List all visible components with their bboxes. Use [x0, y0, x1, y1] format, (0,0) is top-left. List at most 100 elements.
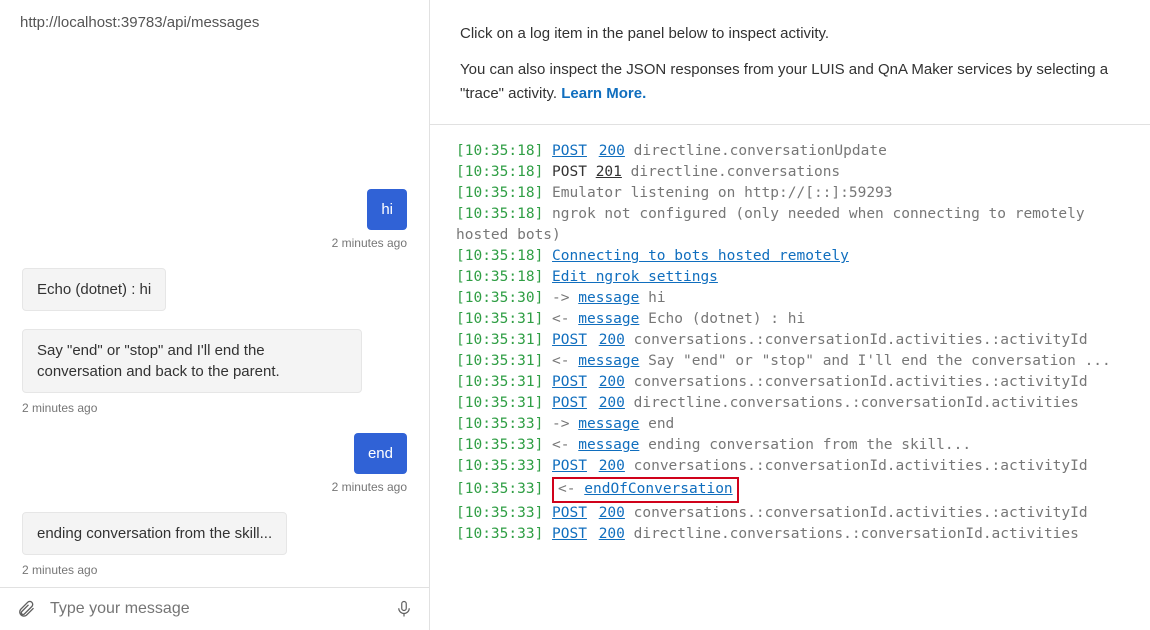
log-tail: conversations.:conversationId.activities…	[634, 458, 1088, 474]
log-line[interactable]: [10:35:18] POST 201 directline.conversat…	[456, 162, 1124, 183]
arrow-in-icon: <-	[552, 437, 578, 453]
log-timestamp: [10:35:18]	[456, 206, 543, 222]
log-line[interactable]: [10:35:31] <- message Echo (dotnet) : hi	[456, 309, 1124, 330]
log-panel[interactable]: [10:35:18] POST 200 directline.conversat…	[430, 125, 1150, 630]
log-line[interactable]: [10:35:31] <- message Say "end" or "stop…	[456, 351, 1124, 372]
http-verb: POST	[552, 164, 587, 180]
mic-icon[interactable]	[395, 598, 413, 620]
log-timestamp: [10:35:18]	[456, 164, 543, 180]
http-verb[interactable]: POST	[552, 374, 587, 390]
attach-icon[interactable]	[16, 598, 36, 620]
arrow-out-icon: ->	[552, 290, 578, 306]
log-line[interactable]: [10:35:18] ngrok not configured (only ne…	[456, 204, 1124, 246]
log-line[interactable]: [10:35:31] POST 200 conversations.:conve…	[456, 330, 1124, 351]
log-tail: end	[648, 416, 674, 432]
log-tail: ending conversation from the skill...	[648, 437, 971, 453]
header-line-1: Click on a log item in the panel below t…	[460, 22, 1120, 46]
arrow-in-icon: <-	[552, 311, 578, 327]
message-bubble[interactable]: Say "end" or "stop" and I'll end the con…	[22, 329, 362, 393]
arrow-in-icon: <-	[558, 481, 584, 497]
log-tail: hi	[648, 290, 665, 306]
bot-message-row[interactable]: Echo (dotnet) : hi	[22, 268, 407, 311]
log-timestamp: [10:35:33]	[456, 416, 543, 432]
http-verb[interactable]: POST	[552, 332, 587, 348]
message-bubble[interactable]: Echo (dotnet) : hi	[22, 268, 166, 311]
http-status[interactable]: 200	[599, 395, 625, 411]
http-status[interactable]: 200	[599, 332, 625, 348]
http-verb[interactable]: POST	[552, 395, 587, 411]
log-timestamp: [10:35:33]	[456, 458, 543, 474]
inspector-header: Click on a log item in the panel below t…	[430, 0, 1150, 125]
log-line[interactable]: [10:35:30] -> message hi	[456, 288, 1124, 309]
log-tail: directline.conversations.:conversationId…	[634, 395, 1079, 411]
log-line[interactable]: [10:35:33] POST 200 conversations.:conve…	[456, 456, 1124, 477]
message-input[interactable]	[50, 600, 381, 618]
message-bubble[interactable]: hi	[367, 189, 407, 230]
http-status[interactable]: 200	[599, 505, 625, 521]
activity-kind-link[interactable]: message	[578, 437, 639, 453]
activity-kind-link[interactable]: message	[578, 353, 639, 369]
chat-transcript[interactable]: hi2 minutes agoEcho (dotnet) : hiSay "en…	[0, 43, 429, 587]
bot-message-row[interactable]: ending conversation from the skill...2 m…	[22, 512, 407, 577]
log-timestamp: [10:35:31]	[456, 395, 543, 411]
activity-kind-link[interactable]: message	[578, 311, 639, 327]
highlighted-log-entry[interactable]: <- endOfConversation	[552, 477, 739, 503]
log-line[interactable]: [10:35:33] POST 200 directline.conversat…	[456, 524, 1124, 545]
log-timestamp: [10:35:33]	[456, 505, 543, 521]
app-root: http://localhost:39783/api/messages hi2 …	[0, 0, 1150, 630]
http-verb[interactable]: POST	[552, 526, 587, 542]
http-verb[interactable]: POST	[552, 143, 587, 159]
log-tail: conversations.:conversationId.activities…	[634, 505, 1088, 521]
log-text: Emulator listening on http://[::]:59293	[552, 185, 892, 201]
http-status[interactable]: 200	[599, 458, 625, 474]
message-timestamp: 2 minutes ago	[22, 401, 97, 415]
log-line[interactable]: [10:35:18] Connecting to bots hosted rem…	[456, 246, 1124, 267]
log-tail: Echo (dotnet) : hi	[648, 311, 805, 327]
http-status[interactable]: 200	[599, 374, 625, 390]
http-status[interactable]: 200	[599, 143, 625, 159]
http-status[interactable]: 200	[599, 526, 625, 542]
log-line[interactable]: [10:35:31] POST 200 directline.conversat…	[456, 393, 1124, 414]
log-timestamp: [10:35:18]	[456, 248, 543, 264]
log-tail: directline.conversations	[631, 164, 841, 180]
log-line[interactable]: [10:35:33] <- message ending conversatio…	[456, 435, 1124, 456]
log-timestamp: [10:35:33]	[456, 481, 543, 497]
learn-more-link[interactable]: Learn More.	[561, 85, 646, 102]
http-verb[interactable]: POST	[552, 505, 587, 521]
user-message-row[interactable]: hi2 minutes ago	[22, 189, 407, 250]
log-line[interactable]: [10:35:18] POST 200 directline.conversat…	[456, 141, 1124, 162]
log-line[interactable]: [10:35:33] POST 200 conversations.:conve…	[456, 503, 1124, 524]
activity-kind-link[interactable]: endOfConversation	[584, 481, 732, 497]
activity-kind-link[interactable]: message	[578, 290, 639, 306]
log-tail: conversations.:conversationId.activities…	[634, 332, 1088, 348]
http-status[interactable]: 201	[596, 164, 622, 180]
log-text: ngrok not configured (only needed when c…	[456, 206, 1093, 243]
message-bubble[interactable]: end	[354, 433, 407, 474]
activity-kind-link[interactable]: message	[578, 416, 639, 432]
log-line[interactable]: [10:35:33] -> message end	[456, 414, 1124, 435]
log-timestamp: [10:35:18]	[456, 185, 543, 201]
log-timestamp: [10:35:31]	[456, 311, 543, 327]
log-tail: directline.conversations.:conversationId…	[634, 526, 1079, 542]
log-link[interactable]: Edit ngrok settings	[552, 269, 718, 285]
log-timestamp: [10:35:18]	[456, 143, 543, 159]
log-tail: Say "end" or "stop" and I'll end the con…	[648, 353, 1111, 369]
log-line[interactable]: [10:35:33] <- endOfConversation	[456, 477, 1124, 503]
user-message-row[interactable]: end 2 minutes ago	[22, 433, 407, 494]
log-link[interactable]: Connecting to bots hosted remotely	[552, 248, 849, 264]
endpoint-url: http://localhost:39783/api/messages	[0, 0, 429, 43]
log-tail: conversations.:conversationId.activities…	[634, 374, 1088, 390]
log-line[interactable]: [10:35:18] Edit ngrok settings	[456, 267, 1124, 288]
message-bubble[interactable]: ending conversation from the skill...	[22, 512, 287, 555]
http-verb[interactable]: POST	[552, 458, 587, 474]
inspector-pane: Click on a log item in the panel below t…	[430, 0, 1150, 630]
log-line[interactable]: [10:35:18] Emulator listening on http://…	[456, 183, 1124, 204]
message-timestamp: 2 minutes ago	[332, 480, 407, 494]
log-line[interactable]: [10:35:31] POST 200 conversations.:conve…	[456, 372, 1124, 393]
log-timestamp: [10:35:31]	[456, 353, 543, 369]
log-timestamp: [10:35:18]	[456, 269, 543, 285]
arrow-out-icon: ->	[552, 416, 578, 432]
bot-message-row[interactable]: Say "end" or "stop" and I'll end the con…	[22, 329, 407, 415]
header-line-2: You can also inspect the JSON responses …	[460, 58, 1120, 106]
log-timestamp: [10:35:31]	[456, 332, 543, 348]
